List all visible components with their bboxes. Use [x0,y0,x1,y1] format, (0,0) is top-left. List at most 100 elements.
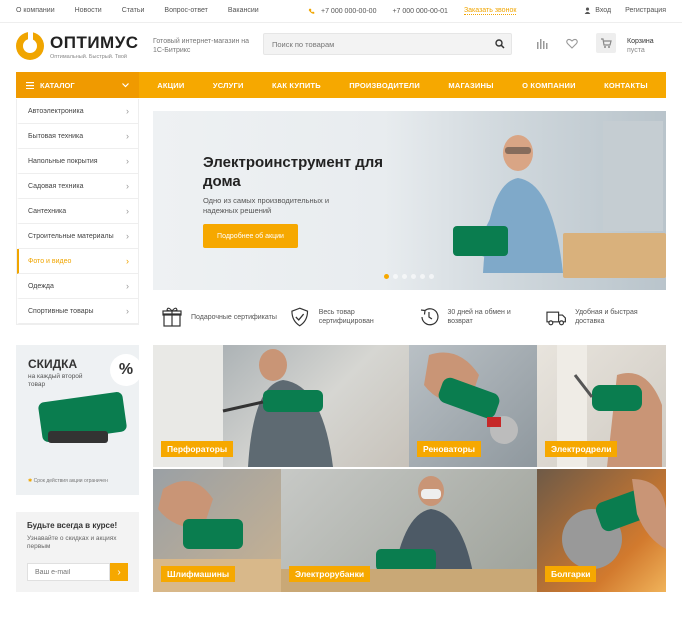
sidebar-item-auto-electronics[interactable]: Автоэлектроника › [17,99,138,124]
sidebar-item-label: Строительные материалы [28,232,114,240]
category-tile-drills[interactable]: Электродрели [537,345,666,467]
subscribe-submit-button[interactable]: › [110,563,128,581]
circular-saw-image [453,226,508,256]
sidebar-item-label: Автоэлектроника [28,107,84,115]
top-divider [0,22,682,23]
category-tile-perforators[interactable]: Перфораторы [153,345,409,467]
gift-icon [162,307,182,327]
nav-item-about[interactable]: О КОМПАНИИ [522,81,576,90]
cart-info[interactable]: Корзина пуста [627,37,654,55]
nav-item-sales[interactable]: АКЦИИ [157,81,184,90]
banner-more-button[interactable]: Подробнее об акции [203,224,298,248]
feature-text: 30 дней на обмен и возврат [447,309,511,325]
chevron-down-icon [122,82,129,87]
register-link[interactable]: Регистрация [625,7,666,14]
truck-icon [546,311,566,326]
promo-title: СКИДКА [28,357,78,371]
nav-item-how-to-buy[interactable]: КАК КУПИТЬ [272,81,321,90]
main-nav: КАТАЛОГ АКЦИИ УСЛУГИ КАК КУПИТЬ ПРОИЗВОД… [16,72,666,98]
chevron-right-icon: › [126,131,129,141]
tile-label: Реноваторы [417,441,482,457]
header-tagline: Готовый интернет-магазин на 1С-Битрикс [153,38,250,54]
feature-certified: Весь товар сертифицирован [281,299,409,335]
sidebar-item-label: Сантехника [28,207,67,215]
jigsaw-blade-image [48,431,108,443]
tile-label: Перфораторы [161,441,234,457]
sidebar-item-photo-video[interactable]: Фото и видео › [17,249,138,274]
chevron-right-icon: › [126,206,129,216]
sidebar-item-building-materials[interactable]: Строительные материалы › [17,224,138,249]
category-tile-sanders[interactable]: Шлифмашины [153,469,281,592]
search-input[interactable] [264,34,484,55]
sidebar-item-appliances[interactable]: Бытовая техника › [17,124,138,149]
feature-text: Удобная и быстрая доставка [575,309,638,325]
heart-icon[interactable] [566,38,578,49]
sidebar-item-clothing[interactable]: Одежда › [17,274,138,299]
nav-item-stores[interactable]: МАГАЗИНЫ [448,81,493,90]
nav-item-services[interactable]: УСЛУГИ [213,81,244,90]
top-link-faq[interactable]: Вопрос-ответ [164,7,207,14]
top-link-about[interactable]: О компании [16,7,55,14]
user-icon [584,7,591,14]
logo-mark-icon [16,32,44,60]
chevron-right-icon: › [126,281,129,291]
slider-dot[interactable] [429,274,434,279]
clock-return-icon [420,308,439,326]
chevron-right-icon: › [126,306,129,316]
phone-1[interactable]: +7 000 000-00-00 [321,8,376,15]
feature-text: Подарочные сертификаты [191,313,277,321]
phone-2[interactable]: +7 000 000-00-01 [392,8,447,15]
tile-label: Электрорубанки [289,566,371,582]
cart-button[interactable] [596,33,616,53]
slider-dots [384,274,434,279]
chevron-right-icon: › [126,231,129,241]
category-tile-renovators[interactable]: Реноваторы [409,345,537,467]
compare-icon[interactable] [536,38,548,49]
menu-icon [26,81,34,89]
callback-link[interactable]: Заказать звонок [463,7,517,15]
sidebar-catalog: Автоэлектроника › Бытовая техника › Наполь… [16,99,139,325]
sidebar-item-sports[interactable]: Спортивные товары › [17,299,138,324]
email-field[interactable] [27,563,110,581]
promo-banner[interactable]: СКИДКА на каждый второй товар % ✱ Срок д… [16,345,139,495]
search-box [263,33,512,55]
sidebar-item-label: Фото и видео [28,257,72,265]
feature-returns: 30 дней на обмен и возврат [410,299,538,335]
hero-banner[interactable]: Электроинструмент для дома Одно из самых… [153,111,666,290]
sidebar-item-flooring[interactable]: Напольные покрытия › [17,149,138,174]
nav-item-brands[interactable]: ПРОИЗВОДИТЕЛИ [349,81,420,90]
subscribe-title: Будьте всегда в курсе! [27,521,118,530]
workbench-image [563,233,666,278]
feature-delivery: Удобная и быстрая доставка [538,299,666,335]
sidebar-item-plumbing[interactable]: Сантехника › [17,199,138,224]
top-links: О компании Новости Статьи Вопрос-ответ В… [16,7,259,14]
sidebar-item-garden[interactable]: Садовая техника › [17,174,138,199]
nav-item-contacts[interactable]: КОНТАКТЫ [604,81,648,90]
category-tile-grinders[interactable]: Болгарки [537,469,666,592]
tile-label: Болгарки [545,566,597,582]
slider-dot[interactable] [402,274,407,279]
chevron-right-icon: › [126,156,129,166]
tile-label: Шлифмашины [161,566,236,582]
slider-dot[interactable] [384,274,389,279]
top-link-articles[interactable]: Статьи [122,7,145,14]
sidebar-item-label: Бытовая техника [28,132,84,140]
search-icon[interactable] [495,39,505,49]
login-link[interactable]: Вход [595,7,611,14]
subscribe-description: Узнавайте о скидках и акциях первым [27,535,117,550]
chevron-right-icon: › [126,181,129,191]
top-link-news[interactable]: Новости [75,7,102,14]
promo-subtitle: на каждый второй товар [28,373,83,388]
category-tile-planers[interactable]: Электрорубанки [281,469,537,592]
logo[interactable]: ОПТИМУС Оптимальный. Быстрый. Твой [16,32,139,60]
sidebar-item-label: Напольные покрытия [28,157,98,165]
cart-status: пуста [627,47,645,54]
slider-dot[interactable] [420,274,425,279]
slider-dot[interactable] [393,274,398,279]
shield-check-icon [291,307,309,327]
subscribe-box: Будьте всегда в курсе! Узнавайте о скидк… [16,512,139,592]
phone-icon [308,8,315,14]
catalog-button[interactable]: КАТАЛОГ [16,72,139,98]
slider-dot[interactable] [411,274,416,279]
top-link-jobs[interactable]: Вакансии [228,7,259,14]
